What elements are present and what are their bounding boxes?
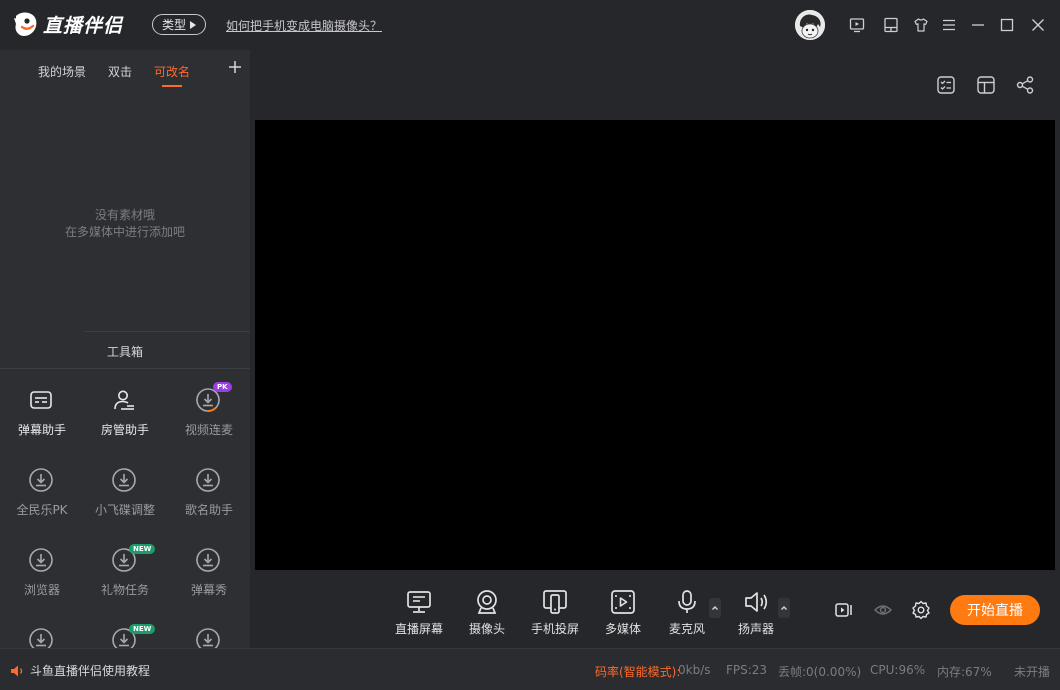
minimize-icon[interactable]: [970, 17, 986, 33]
phone-cast-button[interactable]: 手机投屏: [524, 588, 586, 642]
live-preview[interactable]: [255, 120, 1055, 570]
tool-label: 全民乐PK: [16, 503, 68, 517]
download-icon: [28, 467, 54, 493]
new-badge: NEW: [129, 624, 156, 634]
scene-tab-double-click[interactable]: 双击: [108, 63, 132, 80]
control-label: 摄像头: [468, 622, 505, 636]
checklist-icon[interactable]: [936, 75, 956, 95]
left-panel: 我的场景 双击 可改名 没有素材哦 在多媒体中进行添加吧 工具箱 弹幕助手 房管…: [0, 50, 251, 652]
scene-tab-my-scenes[interactable]: 我的场景: [38, 63, 86, 80]
bitrate-label: 码率(智能模式):: [595, 665, 681, 679]
empty-message-line2: 在多媒体中进行添加吧: [64, 225, 185, 239]
dropped-frames-readout: 丢帧:0(0.00%): [778, 665, 862, 679]
status-bar: 斗鱼直播伴侣使用教程 码率(智能模式): 0kb/s FPS:23 丢帧:0(0…: [0, 648, 1060, 690]
active-tab-indicator: [162, 85, 182, 87]
app-logo: 直播伴侣: [12, 10, 123, 38]
close-icon[interactable]: [1030, 17, 1046, 33]
live-state-readout: 未开播: [1014, 665, 1051, 679]
fps-readout: FPS:23: [726, 663, 768, 677]
tool-room-admin[interactable]: 房管助手: [83, 387, 167, 447]
share-icon[interactable]: [1015, 75, 1035, 95]
tool-quanmin-pk[interactable]: 全民乐PK: [0, 467, 84, 527]
tool-label: 浏览器: [23, 583, 60, 597]
scene-tabs: 我的场景 双击 可改名: [0, 50, 250, 90]
type-button-label: 类型: [161, 18, 186, 32]
control-label: 手机投屏: [530, 622, 579, 636]
tool-browser[interactable]: 浏览器: [0, 547, 84, 607]
camera-button[interactable]: 摄像头: [456, 588, 518, 642]
type-button[interactable]: 类型: [152, 14, 206, 35]
help-link[interactable]: 如何把手机变成电脑摄像头？: [226, 17, 382, 34]
tool-label: 房管助手: [100, 423, 149, 437]
empty-message-line1: 没有素材哦: [94, 208, 155, 222]
skin-tshirt-icon[interactable]: [913, 17, 929, 33]
multimedia-icon: [609, 588, 637, 616]
multimedia-button[interactable]: 多媒体: [592, 588, 654, 642]
tool-label: 视频连麦: [184, 423, 233, 437]
tool-label: 弹幕助手: [17, 423, 66, 437]
play-window-icon[interactable]: [849, 17, 865, 33]
speaker-notice-icon: [11, 665, 23, 676]
maximize-icon[interactable]: [999, 17, 1015, 33]
main-area: 直播屏幕 摄像头 手机投屏 多媒体 麦克风 扬声器 开始直播: [250, 50, 1060, 648]
live-screen-button[interactable]: 直播屏幕: [388, 588, 450, 642]
tool-danmaku-show[interactable]: 弹幕秀: [167, 547, 251, 607]
download-icon: [195, 547, 221, 573]
download-icon: [195, 467, 221, 493]
screen-mode-icon[interactable]: [883, 17, 899, 33]
tool-gift-task[interactable]: NEW 礼物任务: [83, 544, 167, 607]
bitrate-value: 0kb/s: [678, 663, 711, 677]
empty-scene-message: 没有素材哦 在多媒体中进行添加吧: [0, 207, 250, 241]
tutorial-link[interactable]: 斗鱼直播伴侣使用教程: [10, 662, 150, 679]
camera-icon: [473, 588, 501, 616]
microphone-icon: [673, 588, 701, 616]
menu-icon[interactable]: [941, 17, 957, 33]
pk-badge: PK: [213, 382, 232, 392]
speaker-icon: [742, 588, 770, 616]
toolbox-header-divider: [0, 368, 250, 369]
tool-video-link[interactable]: PK 视频连麦: [167, 382, 251, 447]
toolbox-divider: [84, 331, 250, 332]
layout-icon[interactable]: [976, 75, 996, 95]
start-live-button[interactable]: 开始直播: [950, 595, 1040, 625]
logo-text: 直播伴侣: [43, 14, 124, 37]
logo-mascot-icon: [14, 12, 37, 36]
control-label: 直播屏幕: [394, 622, 443, 636]
microphone-options-caret[interactable]: [709, 598, 721, 618]
tool-danmaku-assistant[interactable]: 弹幕助手: [0, 387, 84, 447]
tool-label: 礼物任务: [100, 583, 149, 597]
cpu-readout: CPU:96%: [870, 663, 926, 677]
danmaku-icon: [28, 387, 54, 413]
record-video-icon[interactable]: [834, 600, 854, 620]
tool-ufo-adjust[interactable]: 小飞碟调整: [83, 467, 167, 527]
download-icon: [28, 547, 54, 573]
scene-tab-renamable[interactable]: 可改名: [154, 63, 190, 80]
play-triangle-icon: [190, 20, 196, 29]
new-badge: NEW: [129, 544, 156, 554]
memory-readout: 内存:67%: [937, 665, 992, 679]
toolbox-title: 工具箱: [106, 345, 143, 359]
settings-gear-icon[interactable]: [911, 600, 931, 620]
user-avatar[interactable]: [795, 10, 825, 40]
download-icon: [111, 467, 137, 493]
room-admin-icon: [111, 387, 137, 413]
phone-cast-icon: [541, 588, 569, 616]
preview-eye-icon[interactable]: [873, 600, 893, 620]
control-label: 扬声器: [737, 622, 774, 636]
title-bar: 直播伴侣 类型 如何把手机变成电脑摄像头？: [0, 0, 1060, 50]
add-scene-plus-icon[interactable]: [228, 60, 242, 74]
tutorial-label: 斗鱼直播伴侣使用教程: [30, 664, 151, 678]
control-label: 多媒体: [604, 622, 641, 636]
control-label: 麦克风: [668, 622, 705, 636]
speaker-options-caret[interactable]: [778, 598, 790, 618]
tool-song-assistant[interactable]: 歌名助手: [167, 467, 251, 527]
tool-label: 歌名助手: [184, 503, 233, 517]
live-screen-icon: [405, 588, 433, 616]
tool-label: 小飞碟调整: [94, 503, 155, 517]
tool-label: 弹幕秀: [190, 583, 227, 597]
